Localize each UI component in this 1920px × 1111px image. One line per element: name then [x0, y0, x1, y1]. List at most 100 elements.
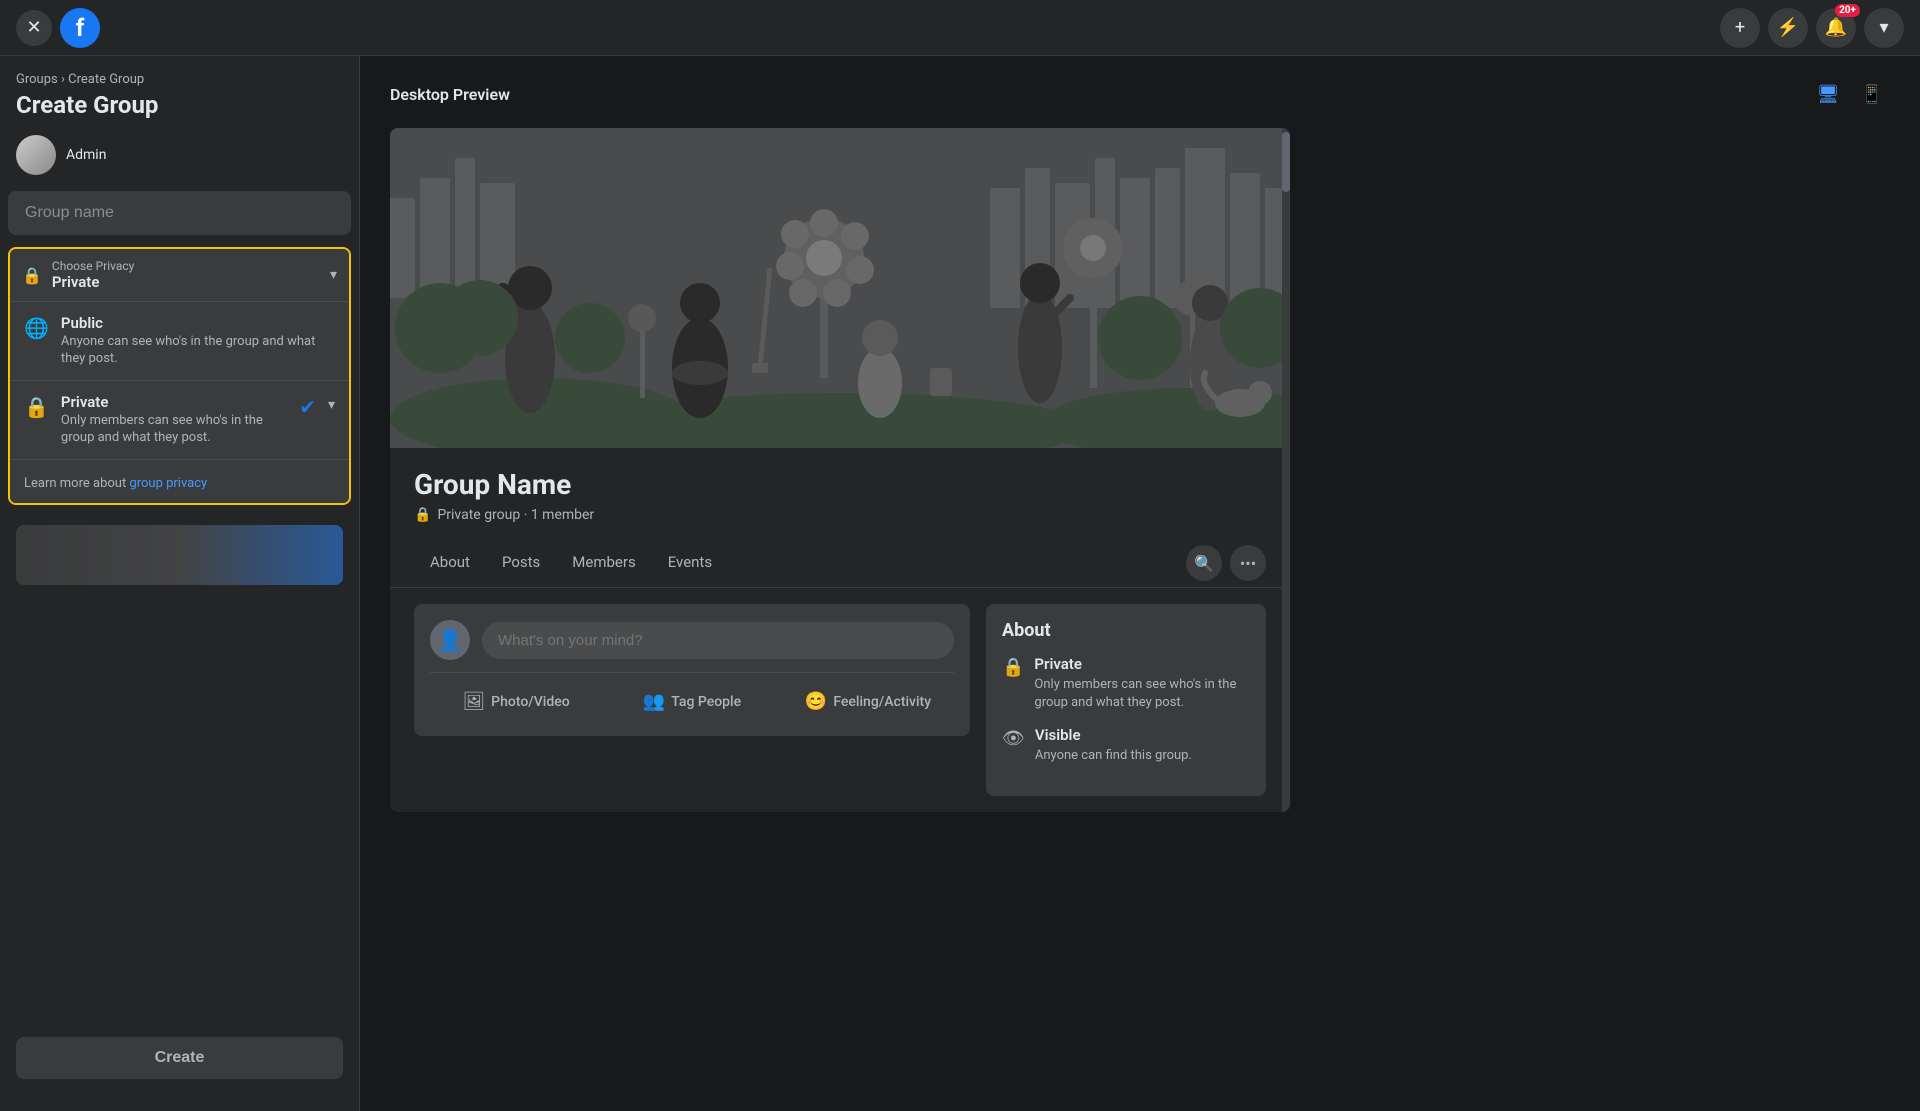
- group-name-input[interactable]: [8, 191, 351, 235]
- about-item-private: 🔒 Private Only members can see who's in …: [1002, 655, 1250, 712]
- admin-row: Admin: [8, 135, 351, 175]
- fb-logo-icon: f: [76, 14, 85, 42]
- preview-content: 👤 🖼 Photo/Video 👥 Tag People: [390, 588, 1290, 812]
- facebook-logo: f: [60, 8, 100, 48]
- photo-icon: 🖼: [462, 691, 485, 712]
- group-meta-text: Private group · 1 member: [437, 507, 594, 523]
- photo-video-button[interactable]: 🖼 Photo/Video: [430, 683, 602, 720]
- post-box: 👤 🖼 Photo/Video 👥 Tag People: [414, 604, 970, 736]
- notification-icon: 🔔: [1825, 17, 1847, 38]
- privacy-chevron-icon: ▾: [330, 267, 337, 283]
- privacy-label-group: Choose Privacy Private: [52, 259, 320, 291]
- notification-badge: 20+: [1835, 4, 1860, 17]
- post-area: 👤 🖼 Photo/Video 👥 Tag People: [414, 604, 970, 796]
- tag-icon: 👥: [643, 691, 665, 712]
- avatar-icon: 👤: [438, 628, 463, 652]
- tag-people-label: Tag People: [671, 694, 741, 710]
- group-info-area: Group Name 🔒 Private group · 1 member: [390, 448, 1290, 523]
- breadcrumb-current: Create Group: [68, 72, 144, 87]
- tab-about[interactable]: About: [414, 539, 486, 587]
- group-meta: 🔒 Private group · 1 member: [414, 507, 1266, 523]
- private-icon: 🔒: [24, 395, 49, 419]
- tab-events[interactable]: Events: [652, 539, 728, 587]
- tab-actions: 🔍 •••: [1186, 545, 1266, 581]
- notifications-button[interactable]: 🔔 20+: [1816, 8, 1856, 48]
- desktop-preview-button[interactable]: 🖥: [1810, 76, 1846, 112]
- private-chevron-icon: ▾: [328, 397, 335, 413]
- scrollbar-thumb: [1282, 132, 1290, 192]
- preview-header: Desktop Preview 🖥 📱: [390, 76, 1890, 112]
- privacy-options: 🌐 Public Anyone can see who's in the gro…: [10, 301, 349, 459]
- option-desc-public: Anyone can see who's in the group and wh…: [61, 334, 335, 368]
- tab-posts[interactable]: Posts: [486, 539, 556, 587]
- about-visible-content: Visible Anyone can find this group.: [1035, 726, 1192, 765]
- tab-members[interactable]: Members: [556, 539, 651, 587]
- about-private-desc: Only members can see who's in the group …: [1034, 676, 1250, 712]
- option-title-public: Public: [61, 314, 335, 332]
- post-input-row: 👤: [430, 620, 954, 660]
- avatar: [16, 135, 56, 175]
- preview-scrollbar[interactable]: [1282, 128, 1290, 812]
- search-tab-button[interactable]: 🔍: [1186, 545, 1222, 581]
- lock-icon: 🔒: [22, 266, 42, 285]
- about-visible-icon: 👁: [1002, 728, 1025, 749]
- more-tab-button[interactable]: •••: [1230, 545, 1266, 581]
- public-icon: 🌐: [24, 316, 49, 340]
- privacy-option-private[interactable]: 🔒 Private Only members can see who's in …: [10, 380, 349, 459]
- group-privacy-link[interactable]: group privacy: [129, 476, 207, 491]
- privacy-learn-more: Learn more about group privacy: [10, 459, 349, 503]
- messenger-button[interactable]: ⚡: [1768, 8, 1808, 48]
- about-title: About: [1002, 620, 1250, 641]
- preview-title: Desktop Preview: [390, 85, 510, 104]
- privacy-choose-label: Choose Privacy: [52, 259, 320, 273]
- about-card: About 🔒 Private Only members can see who…: [986, 604, 1266, 796]
- desktop-icon: 🖥: [1817, 84, 1840, 105]
- main-layout: Groups › Create Group Create Group Admin…: [0, 56, 1920, 1111]
- cover-image: [390, 128, 1290, 448]
- option-title-private: Private: [61, 393, 287, 411]
- nav-right: + ⚡ 🔔 20+ ▾: [1720, 8, 1904, 48]
- photo-video-label: Photo/Video: [491, 694, 570, 710]
- more-icon: •••: [1240, 554, 1256, 573]
- close-button[interactable]: ✕: [16, 10, 52, 46]
- tablet-icon: 📱: [1861, 84, 1883, 105]
- learn-more-prefix: Learn more about: [24, 476, 129, 491]
- about-private-title: Private: [1034, 655, 1250, 673]
- privacy-value: Private: [52, 273, 320, 291]
- create-button[interactable]: Create: [16, 1037, 343, 1079]
- close-icon: ✕: [26, 17, 41, 38]
- privacy-option-public[interactable]: 🌐 Public Anyone can see who's in the gro…: [10, 301, 349, 380]
- feeling-activity-button[interactable]: 😊 Feeling/Activity: [782, 683, 954, 720]
- preview-card: Group Name 🔒 Private group · 1 member Ab…: [390, 128, 1290, 812]
- feeling-activity-label: Feeling/Activity: [833, 694, 931, 710]
- search-icon: 🔍: [1194, 554, 1214, 573]
- option-desc-private: Only members can see who's in the group …: [61, 413, 287, 447]
- breadcrumb-groups-link[interactable]: Groups: [16, 72, 58, 87]
- preview-device-buttons: 🖥 📱: [1810, 76, 1890, 112]
- about-item-visible: 👁 Visible Anyone can find this group.: [1002, 726, 1250, 765]
- add-button[interactable]: +: [1720, 8, 1760, 48]
- breadcrumb: Groups › Create Group: [8, 72, 351, 87]
- tablet-preview-button[interactable]: 📱: [1854, 76, 1890, 112]
- messenger-icon: ⚡: [1777, 17, 1799, 38]
- tag-people-button[interactable]: 👥 Tag People: [606, 683, 778, 720]
- privacy-section: 🔒 Choose Privacy Private ▾ 🌐 Public Anyo…: [8, 247, 351, 505]
- top-nav: ✕ f + ⚡ 🔔 20+ ▾: [0, 0, 1920, 56]
- chevron-down-icon: ▾: [1879, 17, 1888, 38]
- post-actions: 🖼 Photo/Video 👥 Tag People 😊 Feeling/Act…: [430, 672, 954, 720]
- preview-thumbnail: [16, 525, 343, 585]
- about-private-content: Private Only members can see who's in th…: [1034, 655, 1250, 712]
- group-name-preview: Group Name: [414, 468, 1266, 501]
- post-input[interactable]: [482, 622, 954, 659]
- bottom-preview: [8, 525, 351, 585]
- privacy-select-row[interactable]: 🔒 Choose Privacy Private ▾: [10, 249, 349, 301]
- option-text-public: Public Anyone can see who's in the group…: [61, 314, 335, 368]
- add-icon: +: [1735, 17, 1745, 38]
- preview-tabs: About Posts Members Events 🔍 •••: [390, 539, 1290, 588]
- account-dropdown-button[interactable]: ▾: [1864, 8, 1904, 48]
- feeling-icon: 😊: [805, 691, 827, 712]
- post-avatar: 👤: [430, 620, 470, 660]
- page-title: Create Group: [8, 91, 351, 119]
- nav-left: ✕ f: [16, 8, 100, 48]
- option-text-private: Private Only members can see who's in th…: [61, 393, 287, 447]
